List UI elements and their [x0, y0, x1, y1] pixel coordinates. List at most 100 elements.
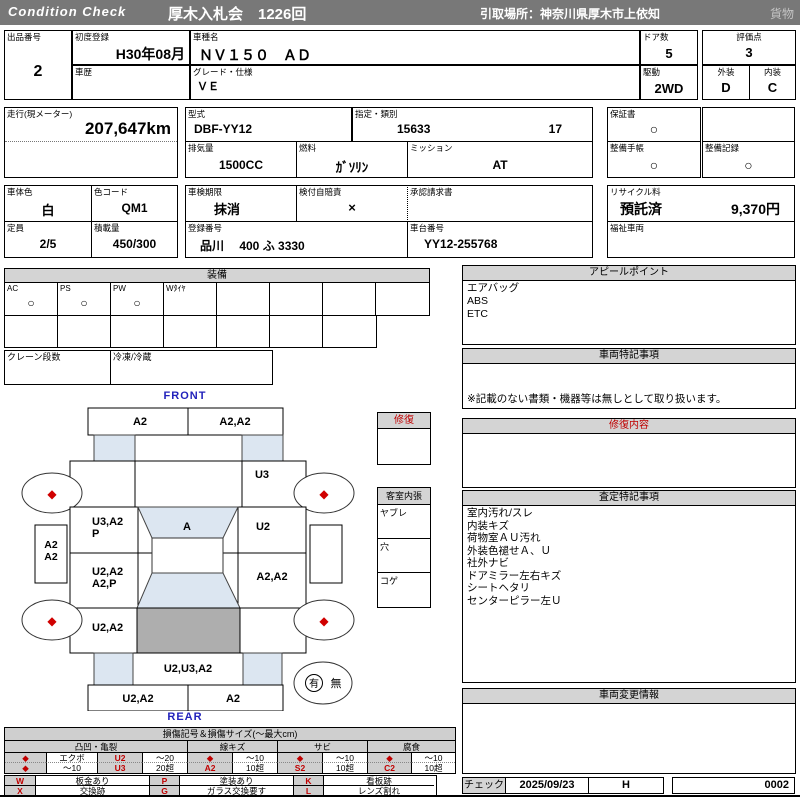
class-label: 指定・類別 — [355, 109, 398, 119]
equipment-value: ○ — [27, 296, 35, 310]
first-registration-cell: 初度登録 H30年08月 — [72, 30, 190, 65]
equipment-cell-empty — [322, 282, 376, 316]
capacity-label: 定員 — [7, 223, 25, 233]
approval-label: 承認請求書 — [410, 187, 453, 197]
equipment-cell-empty — [269, 315, 323, 348]
left-rear-door-code-1: U2,A2 — [92, 566, 123, 578]
first-registration-value: H30年08月 — [115, 46, 185, 62]
letter-desc-p: 塗装あり — [179, 776, 293, 786]
legend-corrosion-code2: C2 — [367, 763, 411, 773]
letter-desc-w: 板金あり — [35, 776, 149, 786]
model-code-label: 型式 — [188, 109, 206, 119]
legend-diamond-icon: ◆ — [5, 753, 46, 763]
spare-no-label: 無 — [331, 676, 342, 690]
maintenance-record-value: ○ — [744, 157, 753, 173]
cabin-interior-title: 客室内張 — [378, 488, 430, 505]
serial-number-cell: 0002 — [672, 777, 795, 794]
equipment-value: ○ — [133, 296, 141, 310]
appeal-line: エアバッグ — [467, 282, 520, 294]
insurance-cell: 検付自賠責 × — [296, 185, 408, 222]
check-date-cell: 2025/09/23 — [505, 777, 589, 794]
left-front-door-code-1: U3,A2 — [92, 516, 123, 528]
equipment-cell-wtire: Wﾀｲﾔ — [163, 282, 217, 316]
rear-panel-code: U2,U3,A2 — [164, 663, 212, 675]
warranty-value: ○ — [649, 121, 659, 137]
rear-bumper-right-code: A2 — [226, 693, 240, 705]
legend-dent-code2: U3 — [97, 763, 142, 773]
legend-scratch-size2: 10超 — [232, 763, 277, 773]
legend-group-dent: 凸凹・亀裂 — [5, 741, 187, 753]
legend-dent-name2: ～10 — [46, 763, 97, 773]
repair-flag-box: 修復 — [377, 412, 431, 465]
front-label: FRONT — [163, 390, 207, 402]
equipment-title: 装備 — [4, 268, 430, 283]
mileage-divider — [5, 141, 177, 142]
capacity-value: 2/5 — [39, 237, 57, 251]
model-code-value: DBF-YY12 — [194, 122, 253, 136]
assessment-line: 社外ナビ — [467, 557, 509, 569]
legend-corrosion-size2: 10超 — [411, 763, 455, 773]
legend-dent-code: U2 — [97, 753, 142, 763]
score-label: 評価点 — [736, 32, 762, 42]
fuel-label: 燃料 — [299, 143, 317, 153]
class-cell: 指定・類別 15633 17 — [352, 107, 593, 142]
maintenance-book-label: 整備手帳 — [610, 143, 645, 153]
legend-diamond-icon: ◆ — [187, 753, 232, 763]
displacement-cell: 排気量 1500CC — [185, 141, 297, 178]
equipment-label: Wﾀｲﾔ — [166, 284, 186, 293]
windshield-code: A — [183, 521, 191, 533]
drive-value: 2WD — [654, 81, 684, 96]
equipment-cell-ps: PS ○ — [57, 282, 111, 316]
equipment-cell-empty — [4, 315, 58, 348]
drive-label: 駆動 — [643, 67, 661, 77]
chassis-number-cell: 車台番号 YY12-255768 — [407, 221, 593, 258]
bottom-rule — [0, 795, 800, 797]
crane-label: クレーン段数 — [7, 352, 61, 362]
damage-marker-icon: ◆ — [47, 614, 57, 628]
cabin-interior-box: 客室内張 ヤブレ 穴 コゲ — [377, 487, 431, 608]
model-code-cell: 型式 DBF-YY12 — [185, 107, 352, 142]
equipment-cell-empty — [269, 282, 323, 316]
appeal-points-panel: アピールポイント エアバッグ ABS ETC — [462, 265, 796, 345]
warranty-label: 保証書 — [610, 109, 636, 119]
maintenance-book-cell: 整備手帳 ○ — [607, 141, 701, 178]
vehicle-notes-panel: 車両特記事項 ※記載のない書類・機器等は無しとして取り扱います。 — [462, 348, 796, 409]
auction-sheet: Condition Check 厚木入札会 1226回 引取場所：神奈川県厚木市… — [0, 0, 800, 800]
pickup-location: 引取場所：神奈川県厚木市上依知 — [480, 7, 661, 21]
interior-row-burn: コゲ — [380, 576, 399, 586]
class-value-2: 17 — [548, 122, 562, 136]
mileage-value: 207,647km — [84, 119, 171, 138]
change-info-panel: 車両変更情報 — [462, 688, 796, 774]
legend-diamond-icon: ◆ — [367, 753, 411, 763]
equipment-cell-ac: AC ○ — [4, 282, 58, 316]
auction-title: 厚木入札会 1226回 — [168, 6, 307, 23]
assessment-line: 内装キズ — [467, 519, 509, 532]
grade-label: グレード・仕様 — [193, 67, 253, 77]
left-sill-code-2: A2 — [44, 551, 58, 563]
right-front-door-code: U2 — [256, 521, 270, 533]
mileage-cell: 走行(現メーター) 207,647km — [4, 107, 178, 178]
repair-detail-title: 修復内容 — [463, 419, 795, 434]
registration-number-label: 登録番号 — [188, 223, 223, 233]
letter-desc-k: 看板跡 — [323, 776, 434, 786]
maintenance-book-value: ○ — [649, 157, 659, 173]
welfare-cell: 福祉車両 — [607, 221, 795, 258]
doors-cell: ドア数 5 — [640, 30, 698, 65]
letter-code-w: W — [5, 776, 35, 786]
history-label: 車歴 — [75, 67, 93, 77]
damage-marker-icon: ◆ — [319, 614, 329, 628]
approval-cell: 承認請求書 — [407, 185, 593, 222]
mission-value: AT — [492, 158, 508, 172]
load-value: 450/300 — [112, 237, 157, 251]
right-rear-pillar — [242, 652, 283, 686]
class-value-1: 15633 — [397, 122, 431, 136]
reefer-cell: 冷凍/冷蔵 — [110, 350, 273, 385]
assessment-line: シートヘタリ — [467, 582, 530, 594]
rear-bumper — [87, 684, 284, 711]
equipment-cell-empty — [216, 315, 270, 348]
recycle-cell: リサイクル料 預託済 9,370円 — [607, 185, 795, 222]
equipment-cell-pw: PW ○ — [110, 282, 164, 316]
cargo-tag: 貨物 — [769, 7, 794, 21]
recycle-label: リサイクル料 — [610, 187, 661, 197]
recycle-status: 預託済 — [620, 201, 662, 217]
